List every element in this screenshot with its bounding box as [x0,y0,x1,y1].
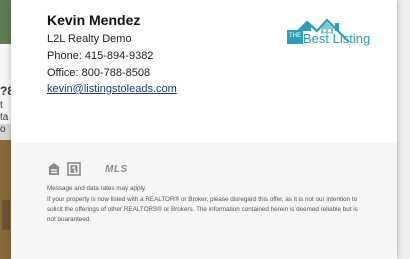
contact-card: Kevin Mendez L2L Realty Demo Phone: 415-… [11,0,397,259]
listing-disclaimer: If your property is now listed with a RE… [47,195,363,221]
agent-office-phone: Office: 800-788-8508 [47,67,151,79]
agent-company: L2L Realty Demo [47,33,132,45]
mls-icon: MLS [105,164,128,175]
background-text-fragment: o [0,124,6,135]
message-rates-disclaimer: Message and data rates may apply. [47,185,147,192]
agent-phone: Phone: 415-894-9382 [47,50,154,62]
agent-info-section: Kevin Mendez L2L Realty Demo Phone: 415-… [11,0,397,143]
agent-email-link[interactable]: kevin@listingstoleads.com [47,83,177,95]
equal-housing-icon [48,163,60,175]
background-page-right [398,0,410,259]
realtor-icon [67,162,81,176]
listing-disclaimer-text: If your property is now listed with a RE… [47,196,358,221]
logo-text: Best Listing [303,31,371,46]
agent-name: Kevin Mendez [47,12,141,28]
logo-prefix: THE [289,33,301,39]
best-listing-logo: THE Best Listing [287,14,371,54]
background-text-fragment: ta [0,112,9,123]
background-text-fragment: t [0,100,3,111]
background-image-detail [2,200,10,230]
